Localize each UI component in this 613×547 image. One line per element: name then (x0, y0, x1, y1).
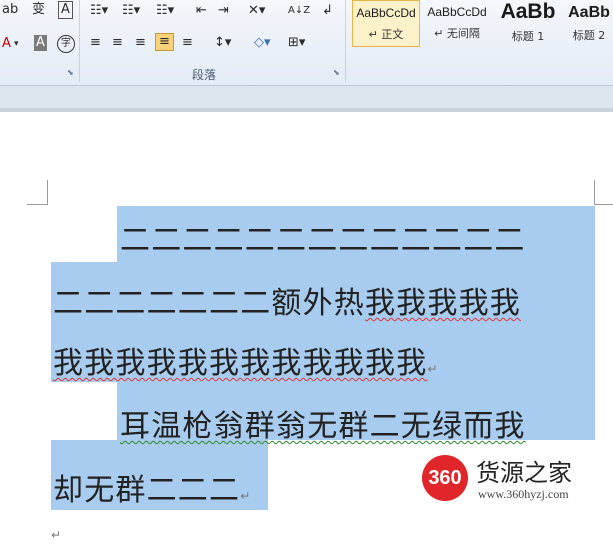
character-border-button[interactable]: A (58, 1, 73, 19)
numbering-button[interactable]: ☷▾ (122, 3, 140, 19)
bullets-button[interactable]: ☷▾ (90, 3, 108, 19)
distributed-button[interactable]: ≡ (182, 35, 193, 51)
font-color-button[interactable]: A (2, 36, 11, 52)
empty-paragraph[interactable]: ↵ (51, 512, 62, 547)
decrease-indent-button[interactable]: ⇤ (196, 3, 207, 19)
line-text: 却无群二二二 (53, 473, 241, 508)
paragraph-mark-icon: ↵ (240, 489, 252, 503)
text-line[interactable]: 却无群二二二↵ (53, 465, 251, 509)
style-sample: AaBb (568, 4, 610, 21)
watermark: 360 货源之家 www.360hyzj.com (418, 449, 598, 509)
spelling-error-text: 我我我我我 (365, 286, 521, 321)
paragraph-mark-icon: ↵ (51, 528, 63, 542)
watermark-url: www.360hyzj.com (478, 487, 569, 501)
watermark-title: 货源之家 (476, 459, 572, 487)
line-text: 二二二二二二二额外热 (53, 286, 365, 321)
margin-corner-mark (27, 180, 48, 205)
paragraph-mark-icon: ↵ (427, 362, 439, 376)
spelling-error-text: 我我我我我我我我我我我我 (53, 346, 428, 381)
line-text: 二二二二二二二二二二二二二 (120, 223, 526, 258)
align-right-button[interactable]: ≡ (135, 35, 146, 51)
align-left-button[interactable]: ≡ (90, 35, 101, 51)
ruler-area (0, 86, 613, 108)
font-dialog-launcher-icon[interactable]: ⬊ (67, 68, 74, 77)
style-sample: AaBbCcDd (427, 5, 487, 19)
group-separator (79, 0, 80, 82)
style-name: 标题 1 (511, 30, 545, 43)
increase-indent-button[interactable]: ⇥ (218, 3, 229, 19)
line-spacing-button[interactable]: ↕▾ (214, 35, 231, 51)
style-name: ↵ 无间隔 (434, 27, 480, 40)
enclose-characters-button[interactable]: 字 (57, 35, 75, 53)
borders-button[interactable]: ⊞▾ (288, 35, 305, 51)
style-no-spacing[interactable]: AaBbCcDd ↵ 无间隔 (423, 0, 491, 47)
style-sample: AaBb (500, 0, 556, 23)
character-shading-button[interactable]: A (34, 35, 47, 51)
group-separator (345, 0, 346, 82)
grammar-error-text: 耳温枪翁群翁无群二无绿而我 (120, 409, 526, 444)
paragraph-dialog-launcher-icon[interactable]: ⬊ (333, 68, 340, 77)
shading-button[interactable]: ◇▾ (254, 35, 271, 51)
chinese-layout-button[interactable]: ✕▾ (248, 3, 265, 19)
style-heading-2[interactable]: AaBb 标题 2 (565, 0, 613, 47)
ribbon: ab 变 A A ▾ A 字 ☷▾ ☷▾ ☷▾ ⇤ ⇥ ✕▾ A↓Z ↲ ≡ ≡… (0, 0, 613, 86)
text-line[interactable]: 二二二二二二二二二二二二二 (120, 215, 526, 259)
clear-format-button[interactable]: ab (2, 2, 18, 18)
pinyin-guide-button[interactable]: 变 (32, 2, 45, 18)
multilevel-list-button[interactable]: ☷▾ (156, 3, 174, 19)
text-line[interactable]: 耳温枪翁群翁无群二无绿而我 (120, 401, 526, 445)
align-center-button[interactable]: ≡ (112, 35, 123, 51)
style-name: ↵ 正文 (368, 28, 404, 41)
style-sample: AaBbCcDd (356, 6, 416, 20)
paragraph-group-label: 段落 (192, 68, 217, 82)
style-heading-1[interactable]: AaBb 标题 1 (494, 0, 562, 47)
sort-button[interactable]: A↓Z (288, 3, 310, 19)
style-normal[interactable]: AaBbCcDd ↵ 正文 (352, 0, 420, 47)
font-color-dropdown-icon[interactable]: ▾ (14, 36, 19, 52)
text-line[interactable]: 我我我我我我我我我我我我↵ (53, 338, 439, 382)
margin-corner-mark (594, 180, 613, 205)
show-marks-button[interactable]: ↲ (322, 3, 333, 19)
watermark-logo: 360 (422, 455, 468, 501)
text-line[interactable]: 二二二二二二二额外热我我我我我 (53, 278, 521, 322)
style-name: 标题 2 (572, 29, 606, 42)
justify-button[interactable]: ≡ (155, 33, 174, 51)
